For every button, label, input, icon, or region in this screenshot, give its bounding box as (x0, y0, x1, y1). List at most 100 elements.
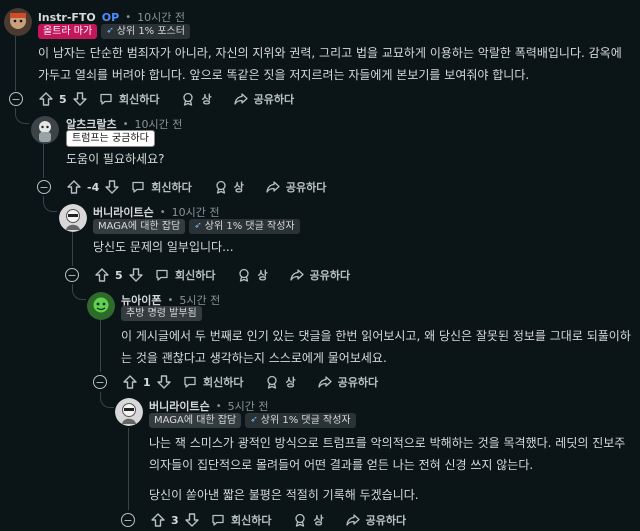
vote-score: 5 (59, 92, 67, 106)
collapse-button[interactable]: − (93, 375, 107, 389)
downvote-icon[interactable] (105, 180, 119, 194)
share-icon (345, 514, 360, 526)
thread-elbow (15, 108, 29, 124)
timestamp: 10시간 전 (171, 206, 220, 219)
award-button[interactable]: 상 (181, 91, 212, 107)
timestamp: 10시간 전 (137, 11, 185, 24)
badge-label: 상위 1% 댓글 작성자 (260, 415, 351, 426)
avatar-image-icon (87, 292, 115, 320)
avatar[interactable] (31, 116, 59, 144)
avatar-image-icon (115, 398, 143, 426)
user-flair: 올트라 마가 (38, 24, 98, 39)
achievement-badge: ➶ 상위 1% 포스터 (101, 24, 190, 39)
collapse-button[interactable]: − (121, 513, 135, 527)
thread-line (43, 142, 44, 178)
downvote-icon[interactable] (157, 375, 171, 389)
collapse-button[interactable]: − (65, 268, 79, 282)
award-icon (267, 375, 278, 389)
share-icon (233, 93, 248, 105)
upvote-icon[interactable] (67, 180, 81, 194)
upvote-icon[interactable] (39, 92, 53, 106)
award-label: 상 (233, 181, 244, 194)
share-button[interactable]: 공유하다 (345, 512, 407, 528)
thread-elbow (72, 284, 86, 300)
username[interactable]: 버니라이트슨 (149, 398, 210, 414)
vote-control: 5 (95, 268, 143, 282)
share-label: 공유하다 (253, 93, 295, 106)
share-icon (266, 181, 280, 193)
downvote-icon[interactable] (73, 92, 87, 106)
separator-dot: • (215, 400, 222, 412)
vote-score: 1 (143, 375, 151, 389)
vote-control: 1 (123, 375, 171, 389)
downvote-icon[interactable] (185, 513, 199, 527)
reply-button[interactable]: 회신하다 (183, 374, 243, 390)
award-label: 상 (285, 376, 296, 389)
comment-line: 당신도 문제의 일부입니다... (93, 240, 234, 254)
share-button[interactable]: 공유하다 (233, 91, 295, 107)
award-icon (239, 268, 250, 282)
rocket-icon: ➶ (106, 26, 114, 36)
award-button[interactable]: 상 (293, 512, 324, 528)
thread-line (72, 232, 73, 266)
award-label: 상 (313, 514, 324, 527)
comment-line: 이 남자는 단순한 범죄자가 아니라, 자신의 지위와 권력, 그리고 법을 교… (38, 46, 622, 60)
user-flair: MAGA에 대한 잡담 (93, 219, 186, 234)
award-button[interactable]: 상 (237, 267, 268, 283)
award-button[interactable]: 상 (265, 374, 296, 390)
reply-label: 회신하다 (151, 181, 192, 194)
rocket-icon: ➶ (250, 415, 258, 425)
upvote-icon[interactable] (95, 268, 109, 282)
reply-button[interactable]: 회신하다 (155, 267, 215, 283)
vote-score: -4 (87, 180, 100, 194)
thread-elbow (100, 392, 114, 408)
thread-line (100, 320, 101, 372)
share-button[interactable]: 공유하다 (289, 267, 350, 283)
user-flair: 트럼프는 궁금하다 (66, 130, 155, 147)
collapse-button[interactable]: − (9, 92, 23, 106)
comment-body: 이 게시글에서 두 번째로 인기 있는 댓글을 한번 읽어보시고, 왜 당신은 … (121, 325, 636, 369)
reply-icon (132, 181, 144, 193)
comment-line: 의자들이 집단적으로 몰려들어 어떤 결과를 얻든 나는 전혀 신경 쓰지 않는… (149, 458, 534, 472)
comment-line: 당신이 쏟아낸 짧은 불평은 적절히 기록해 두겠습니다. (149, 488, 419, 502)
comment-line: 이 게시글에서 두 번째로 인기 있는 댓글을 한번 읽어보시고, 왜 당신은 … (121, 329, 631, 343)
separator-dot: • (167, 294, 174, 306)
upvote-icon[interactable] (151, 513, 165, 527)
share-button[interactable]: 공유하다 (266, 179, 326, 195)
avatar[interactable] (59, 204, 87, 232)
collapse-button[interactable]: − (37, 180, 51, 194)
share-label: 공유하다 (285, 181, 327, 194)
reply-button[interactable]: 회신하다 (211, 512, 271, 528)
comment-body: 당신도 문제의 일부입니다... (93, 236, 633, 258)
user-flair: 추방 명령 발부됨 (121, 306, 202, 321)
separator-dot: • (159, 206, 166, 218)
separator-dot: • (125, 11, 132, 23)
award-label: 상 (201, 93, 212, 106)
award-button[interactable]: 상 (214, 179, 244, 195)
reply-button[interactable]: 회신하다 (131, 179, 192, 195)
share-button[interactable]: 공유하다 (317, 374, 378, 390)
share-label: 공유하다 (365, 514, 407, 527)
user-flair: MAGA에 대한 잡담 (149, 413, 242, 428)
avatar[interactable] (87, 292, 115, 320)
username[interactable]: lnstr-FTO (38, 11, 96, 24)
achievement-badge: ➶ 상위 1% 댓글 작성자 (245, 413, 356, 428)
comment-body: 나는 잭 스미스가 광적인 방식으로 트럼프를 악의적으로 박해하는 것을 목격… (149, 432, 636, 506)
vote-score: 3 (171, 513, 179, 527)
username[interactable]: 버니라이트슨 (93, 204, 154, 220)
share-icon (289, 269, 304, 281)
thread-line (15, 36, 16, 91)
avatar-image-icon (4, 8, 32, 36)
upvote-icon[interactable] (123, 375, 137, 389)
reply-icon (100, 93, 112, 105)
comment-body: 이 남자는 단순한 범죄자가 아니라, 자신의 지위와 권력, 그리고 법을 교… (38, 42, 634, 86)
reply-button[interactable]: 회신하다 (99, 91, 159, 107)
vote-control: -4 (67, 180, 119, 194)
avatar-image-icon (59, 204, 87, 232)
vote-score: 5 (115, 268, 123, 282)
downvote-icon[interactable] (129, 268, 143, 282)
thread-line (128, 428, 129, 510)
avatar[interactable] (115, 398, 143, 426)
avatar[interactable] (4, 8, 32, 36)
